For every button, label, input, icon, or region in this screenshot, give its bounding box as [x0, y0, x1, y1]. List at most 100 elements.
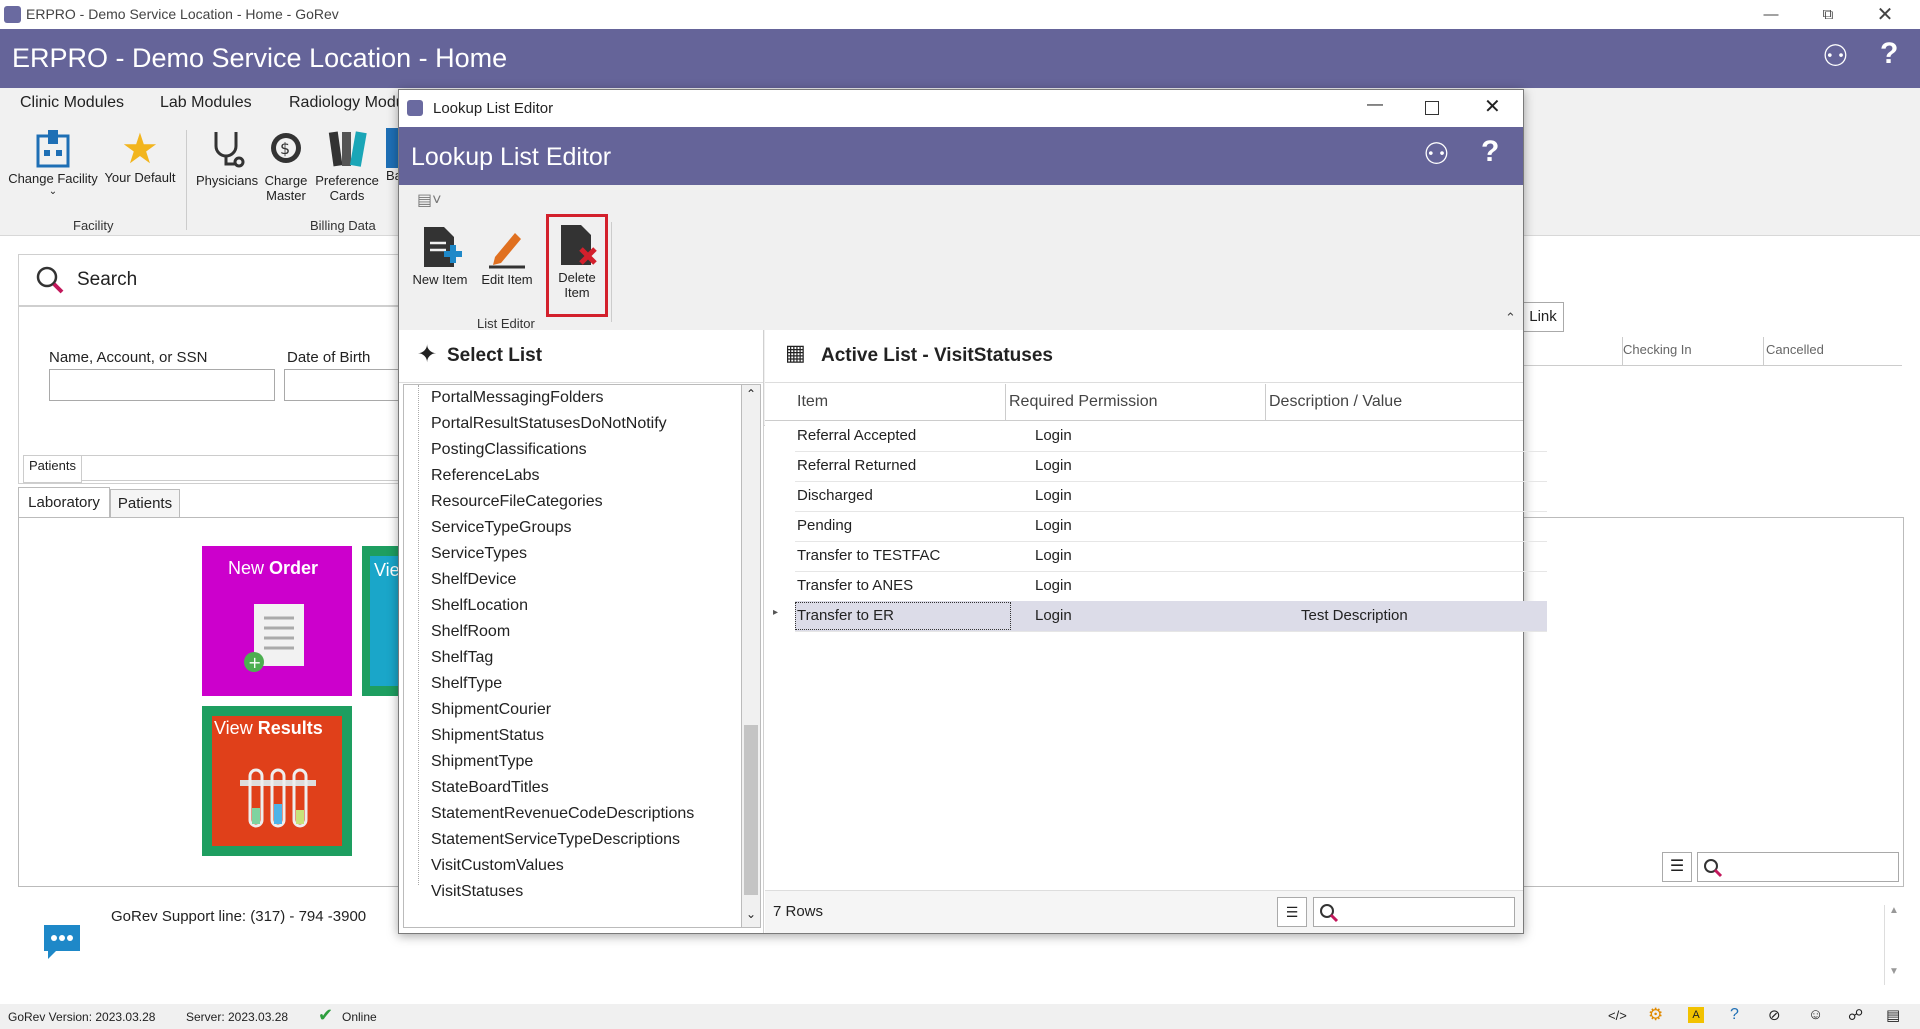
preference-cards-button[interactable]: Preference Cards [314, 128, 380, 203]
col-item[interactable]: Item [797, 384, 828, 420]
collapse-ribbon-icon[interactable]: ⌃ [1505, 310, 1516, 326]
charge-master-button[interactable]: $ Charge Master [260, 128, 312, 203]
list-item[interactable]: StateBoardTitles [431, 779, 549, 797]
list-item[interactable]: ShelfRoom [431, 623, 510, 641]
list-item[interactable]: ShelfTag [431, 649, 493, 667]
help-icon[interactable]: ? [1730, 1006, 1739, 1024]
keys-icon[interactable]: ⚇ [1822, 39, 1849, 74]
list-scrollbar[interactable]: ⌃ ⌄ [741, 384, 761, 928]
view-results-tile[interactable]: View Results [202, 706, 352, 856]
tab-lab-modules[interactable]: Lab Modules [160, 94, 252, 112]
scroll-up-icon[interactable]: ⌃ [742, 387, 760, 401]
name-input[interactable] [49, 369, 275, 401]
col-description-value[interactable]: Description / Value [1265, 384, 1402, 420]
no-sign-icon[interactable]: ⊘ [1768, 1006, 1781, 1024]
grid-search-input[interactable] [1313, 897, 1515, 927]
list-view-icon[interactable]: ▤˅ [417, 190, 441, 210]
list-item[interactable]: PortalResultStatusesDoNotNotify [431, 415, 667, 433]
cell-item: Referral Returned [797, 457, 917, 474]
dialog-header-title: Lookup List Editor [411, 143, 612, 171]
facility-group-label: Facility [73, 218, 114, 233]
new-item-button[interactable]: New Item [407, 225, 473, 287]
scroll-down-icon[interactable]: ▼ [1885, 966, 1903, 977]
scroll-down-icon[interactable]: ⌄ [746, 907, 756, 921]
list-item[interactable]: ResourceFileCategories [431, 493, 603, 511]
dob-label: Date of Birth [287, 349, 371, 366]
dob-input[interactable] [284, 369, 404, 401]
tab-laboratory[interactable]: Laboratory [18, 487, 110, 518]
col-divider [1763, 337, 1764, 365]
physicians-button[interactable]: Physicians [196, 128, 258, 188]
list-item[interactable]: PostingClassifications [431, 441, 587, 459]
link-icon[interactable]: ☍ [1848, 1006, 1863, 1024]
minimize-button[interactable]: — [1748, 0, 1794, 29]
table-row[interactable]: Pending Login [795, 511, 1547, 542]
restore-button[interactable]: ⧉ [1805, 0, 1851, 29]
search-icon [1704, 859, 1723, 878]
scroll-thumb[interactable] [744, 725, 758, 895]
edit-item-button[interactable]: Edit Item [479, 225, 535, 287]
link-button[interactable]: Link [1522, 302, 1564, 332]
list-item[interactable]: ServiceTypeGroups [431, 519, 572, 537]
support-scrollbar[interactable]: ▲ ▼ [1884, 905, 1903, 985]
list-item[interactable]: StatementRevenueCodeDescriptions [431, 805, 694, 823]
dialog-close-button[interactable]: ✕ [1484, 94, 1501, 119]
user-icon[interactable]: ☺ [1808, 1006, 1823, 1023]
list-item[interactable]: ShelfType [431, 675, 502, 693]
list-item[interactable]: ShelfDevice [431, 571, 516, 589]
list-item[interactable]: ShipmentCourier [431, 701, 551, 719]
grid-search-input[interactable] [1697, 852, 1899, 882]
list-item[interactable]: VisitCustomValues [431, 857, 564, 875]
dialog-maximize-button[interactable] [1425, 101, 1439, 115]
dialog-minimize-button[interactable]: — [1367, 96, 1383, 114]
tab-patients[interactable]: Patients [110, 489, 180, 519]
close-button[interactable]: ✕ [1862, 0, 1908, 29]
cell-item: Referral Accepted [797, 427, 917, 444]
cards-icon [328, 131, 367, 167]
tab-radiology-modules[interactable]: Radiology Modu [289, 94, 405, 112]
your-default-button[interactable]: ★ Your Default [104, 128, 176, 186]
gears-icon[interactable]: ⚙ [1648, 1005, 1663, 1025]
column-chooser-button[interactable]: ☰ [1662, 852, 1692, 882]
list-item[interactable]: ShipmentType [431, 753, 533, 771]
chat-widget[interactable] [18, 907, 104, 985]
help-icon[interactable]: ? [1880, 37, 1898, 71]
delete-item-button[interactable]: Delete Item [546, 214, 608, 317]
table-row[interactable]: Transfer to ANES Login [795, 571, 1547, 602]
document-icon[interactable]: ▤ [1886, 1006, 1900, 1024]
list-box[interactable]: PortalMessagingFolders PortalResultStatus… [403, 384, 745, 928]
app-icon [4, 6, 21, 23]
table-row[interactable]: Referral Returned Login [795, 451, 1547, 482]
view-tile[interactable]: Vie [362, 546, 398, 696]
keys-icon[interactable]: ⚇ [1423, 137, 1450, 172]
table-row[interactable]: Discharged Login [795, 481, 1547, 512]
col-required-permission[interactable]: Required Permission [1005, 384, 1158, 420]
scroll-up-icon[interactable]: ▲ [1885, 905, 1903, 916]
list-item[interactable]: ShipmentStatus [431, 727, 544, 745]
name-label: Name, Account, or SSN [49, 349, 208, 366]
change-facility-button[interactable]: Change Facility ⌄ [8, 128, 98, 197]
column-chooser-button[interactable]: ☰ [1277, 897, 1307, 927]
patients-subtab[interactable]: Patients [23, 455, 82, 483]
help-icon[interactable]: ? [1481, 135, 1499, 169]
svg-text:+: + [248, 653, 261, 672]
new-order-tile[interactable]: New Order + [202, 546, 352, 696]
active-list-title: Active List - VisitStatuses [821, 345, 1053, 366]
svg-text:$: $ [280, 139, 290, 158]
table-row[interactable]: Transfer to ER Login Test Description ▸ [773, 601, 1547, 632]
new-item-label: New Item [412, 272, 468, 287]
alert-icon[interactable]: A [1688, 1007, 1704, 1023]
tab-clinic-modules[interactable]: Clinic Modules [20, 94, 124, 112]
list-item[interactable]: VisitStatuses [431, 883, 523, 901]
change-facility-label: Change Facility [8, 171, 98, 186]
list-item[interactable]: ReferenceLabs [431, 467, 540, 485]
list-item[interactable]: ShelfLocation [431, 597, 528, 615]
code-icon[interactable]: </> [1608, 1008, 1627, 1023]
table-row[interactable]: Referral Accepted Login [795, 421, 1547, 452]
list-item[interactable]: PortalMessagingFolders [431, 389, 604, 407]
table-row[interactable]: Transfer to TESTFAC Login [795, 541, 1547, 572]
search-title: Search [77, 269, 138, 290]
list-item[interactable]: StatementServiceTypeDescriptions [431, 831, 680, 849]
list-item[interactable]: ServiceTypes [431, 545, 527, 563]
server-text: Server: 2023.03.28 [186, 1010, 289, 1024]
